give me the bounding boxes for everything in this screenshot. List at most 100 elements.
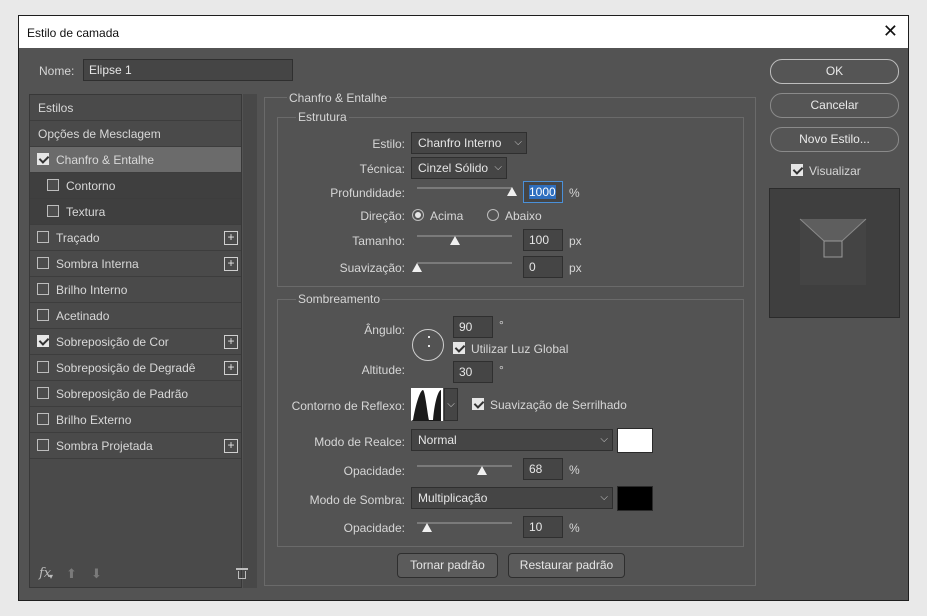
shadow-opacity-label: Opacidade: <box>343 521 405 535</box>
title-bar: Estilo de camada ✕ <box>19 16 908 48</box>
style-checkbox[interactable] <box>37 283 49 295</box>
soften-slider[interactable] <box>417 262 512 264</box>
direction-down-label[interactable]: Abaixo <box>505 209 542 223</box>
technique-dropdown[interactable]: Cinzel Sólido ⌵ <box>411 157 507 179</box>
style-checkbox[interactable] <box>37 335 49 347</box>
gloss-contour-label: Contorno de Reflexo: <box>291 399 405 413</box>
structure-title: Estrutura <box>296 110 349 124</box>
antialias-checkbox[interactable] <box>472 398 484 410</box>
new-style-button[interactable]: Novo Estilo... <box>770 127 899 152</box>
styles-list-scrollbar[interactable] <box>243 94 257 588</box>
direction-down-radio[interactable] <box>487 209 499 221</box>
name-field[interactable]: Elipse 1 <box>83 59 293 81</box>
add-effect-icon[interactable]: + <box>224 361 238 375</box>
style-list-item[interactable]: Textura <box>30 199 241 225</box>
style-list-label: Sobreposição de Padrão <box>56 387 189 401</box>
style-list-item[interactable]: Opções de Mesclagem <box>30 121 241 147</box>
style-list-item[interactable]: Sombra Projetada + <box>30 433 241 459</box>
shadow-mode-label: Modo de Sombra: <box>309 493 405 507</box>
style-checkbox[interactable] <box>37 309 49 321</box>
depth-slider-thumb[interactable] <box>507 187 517 196</box>
add-effect-icon[interactable]: + <box>224 257 238 271</box>
style-list-item[interactable]: Estilos <box>30 95 241 121</box>
preview-thumbnail <box>799 218 867 285</box>
add-effect-icon[interactable]: + <box>224 231 238 245</box>
soften-unit: px <box>569 261 582 275</box>
technique-label: Técnica: <box>359 162 405 176</box>
style-checkbox[interactable] <box>37 413 49 425</box>
angle-dial[interactable] <box>412 329 444 361</box>
ok-button[interactable]: OK <box>770 59 899 84</box>
style-checkbox[interactable] <box>37 231 49 243</box>
gloss-contour-picker[interactable] <box>411 388 443 421</box>
style-checkbox[interactable] <box>47 205 59 217</box>
altitude-field[interactable]: 30 <box>453 361 493 383</box>
style-checkbox[interactable] <box>37 387 49 399</box>
chevron-down-icon: ⌵ <box>600 492 608 503</box>
size-slider-thumb[interactable] <box>450 236 460 245</box>
size-field[interactable]: 100 <box>523 229 563 251</box>
highlight-opacity-unit: % <box>569 463 580 477</box>
highlight-opacity-slider[interactable] <box>417 465 512 467</box>
size-unit: px <box>569 234 582 248</box>
style-list-label: Chanfro & Entalhe <box>56 153 155 167</box>
soften-slider-thumb[interactable] <box>412 263 422 272</box>
style-list-item[interactable]: Brilho Externo <box>30 407 241 433</box>
angle-label: Ângulo: <box>364 323 405 337</box>
style-list-label: Contorno <box>66 179 116 193</box>
depth-slider[interactable] <box>417 187 512 189</box>
style-checkbox[interactable] <box>37 257 49 269</box>
highlight-opacity-field[interactable]: 68 <box>523 458 563 480</box>
direction-up-radio[interactable] <box>412 209 424 221</box>
highlight-mode-dropdown[interactable]: Normal ⌵ <box>411 429 613 451</box>
contour-curve-icon <box>411 390 441 421</box>
add-effect-icon[interactable]: + <box>224 439 238 453</box>
style-list-item[interactable]: Acetinado <box>30 303 241 329</box>
highlight-opacity-label: Opacidade: <box>343 464 405 478</box>
size-label: Tamanho: <box>352 234 405 248</box>
highlight-color-swatch[interactable] <box>617 428 653 453</box>
style-checkbox[interactable] <box>47 179 59 191</box>
arrow-up-icon[interactable]: ⬆ <box>66 566 77 582</box>
highlight-mode-label: Modo de Realce: <box>314 435 405 449</box>
angle-field[interactable]: 90 <box>453 316 493 338</box>
shadow-opacity-thumb[interactable] <box>421 523 432 532</box>
style-list-item[interactable]: Chanfro & Entalhe <box>30 147 241 173</box>
trash-icon[interactable] <box>236 567 248 579</box>
style-list-label: Traçado <box>56 231 100 245</box>
style-list-item[interactable]: Sombra Interna + <box>30 251 241 277</box>
gloss-contour-dropdown[interactable]: ⌵ <box>444 388 458 421</box>
chevron-down-icon: ⌵ <box>514 137 522 148</box>
preview-checkbox[interactable] <box>791 164 803 176</box>
style-dropdown[interactable]: Chanfro Interno ⌵ <box>411 132 527 154</box>
style-checkbox[interactable] <box>37 439 49 451</box>
style-checkbox[interactable] <box>37 153 49 165</box>
shadow-mode-dropdown[interactable]: Multiplicação ⌵ <box>411 487 613 509</box>
style-list-item[interactable]: Traçado + <box>30 225 241 251</box>
style-list-label: Brilho Interno <box>56 283 128 297</box>
direction-up-label[interactable]: Acima <box>430 209 463 223</box>
style-list-item[interactable]: Sobreposição de Padrão <box>30 381 241 407</box>
depth-field[interactable]: 1000 <box>523 181 563 203</box>
global-light-checkbox[interactable] <box>453 342 465 354</box>
arrow-down-icon[interactable]: ⬇ <box>91 566 102 582</box>
style-list-item[interactable]: Sobreposição de Cor + <box>30 329 241 355</box>
style-checkbox[interactable] <box>37 361 49 373</box>
size-slider[interactable] <box>417 235 512 237</box>
shadow-color-swatch[interactable] <box>617 486 653 511</box>
soften-field[interactable]: 0 <box>523 256 563 278</box>
close-icon[interactable]: ✕ <box>883 21 898 41</box>
style-list-item[interactable]: Brilho Interno <box>30 277 241 303</box>
fx-chevron-icon: ▾ <box>49 572 54 581</box>
highlight-opacity-thumb[interactable] <box>476 466 487 475</box>
style-list-item[interactable]: Sobreposição de Degradê + <box>30 355 241 381</box>
reset-default-button[interactable]: Restaurar padrão <box>508 553 625 578</box>
shadow-opacity-field[interactable]: 10 <box>523 516 563 538</box>
chevron-down-icon: ⌵ <box>600 434 608 445</box>
style-list-label: Sobreposição de Cor <box>56 335 169 349</box>
depth-label: Profundidade: <box>330 186 405 200</box>
cancel-button[interactable]: Cancelar <box>770 93 899 118</box>
make-default-button[interactable]: Tornar padrão <box>397 553 498 578</box>
add-effect-icon[interactable]: + <box>224 335 238 349</box>
style-list-item[interactable]: Contorno <box>30 173 241 199</box>
